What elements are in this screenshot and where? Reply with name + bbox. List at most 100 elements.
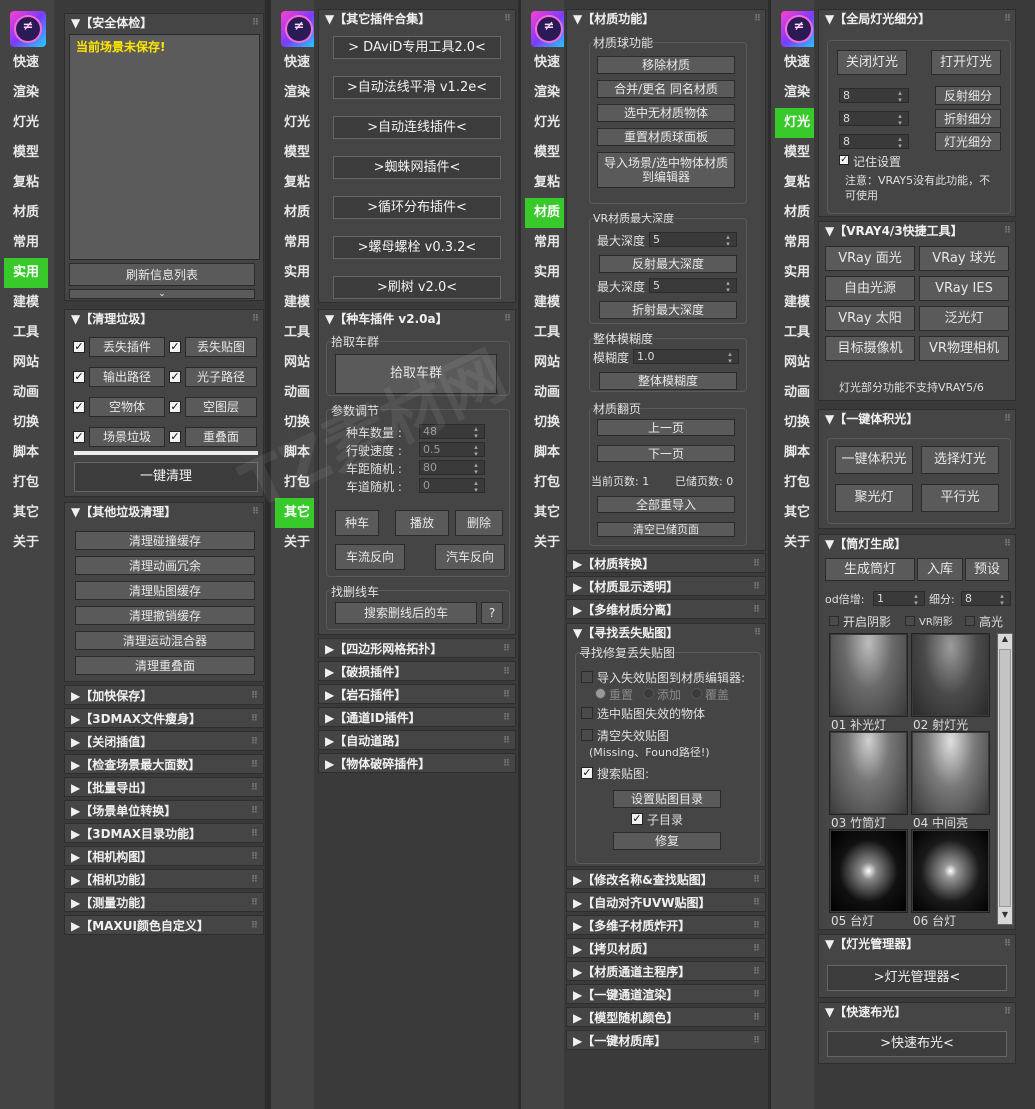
other-clean-button-0[interactable]: 清理碰撞缓存	[75, 531, 255, 550]
other-clean-button-5[interactable]: 清理重叠面	[75, 656, 255, 675]
light-manager-button[interactable]: >灯光管理器<	[827, 965, 1007, 991]
nav-item-7[interactable]: 实用	[775, 258, 819, 288]
nav-item-3[interactable]: 模型	[4, 138, 48, 168]
rollout-p2-3[interactable]: ▶【通道ID插件】 ⠿	[318, 707, 516, 727]
blur-button[interactable]: 整体模糊度	[599, 372, 737, 390]
add-to-library-button[interactable]: 入库	[917, 558, 963, 581]
car-action-button-3[interactable]: 车流反向	[335, 544, 405, 570]
vray-tool-button-0[interactable]: VRay 面光	[825, 246, 915, 271]
vray-tool-button-6[interactable]: 目标摄像机	[825, 336, 915, 361]
ies-thumbnail-2[interactable]	[829, 731, 908, 815]
find-radio-0[interactable]	[595, 688, 606, 699]
gen-downlight-button[interactable]: 生成筒灯	[825, 558, 915, 581]
help-button[interactable]: ?	[481, 602, 503, 624]
rollout-p3b-0[interactable]: ▶【修改名称&查找贴图】 ⠿	[566, 869, 766, 889]
ball-button-0[interactable]: 移除材质	[597, 56, 735, 74]
reimport-all-button[interactable]: 全部重导入	[597, 496, 735, 513]
clean-checkbox-7[interactable]: ✓	[169, 431, 181, 443]
clean-checkbox-0[interactable]: ✓	[73, 341, 85, 353]
section-clean-header[interactable]: ▼【清理垃圾】 ⠿	[65, 310, 263, 328]
nav-item-12[interactable]: 切换	[4, 408, 48, 438]
clean-checkbox-5[interactable]: ✓	[169, 401, 181, 413]
nav-item-0[interactable]: 快速	[4, 48, 48, 78]
nav-item-7[interactable]: 实用	[275, 258, 319, 288]
thumb-scrollbar[interactable]: ▲ ▼	[997, 633, 1013, 925]
clean-item-button-3[interactable]: 光子路径	[185, 367, 257, 387]
section-safety-header[interactable]: ▼【安全体检】 ⠿	[65, 14, 263, 32]
nav-item-0[interactable]: 快速	[775, 48, 819, 78]
rollout-p1-4[interactable]: ▶【批量导出】 ⠿	[64, 777, 264, 797]
section-plugins-header[interactable]: ▼【其它插件合集】 ⠿	[319, 10, 515, 28]
car-action-button-2[interactable]: 删除	[455, 510, 503, 536]
plugin-button-3[interactable]: >蜘蛛网插件<	[333, 156, 501, 179]
clean-item-button-1[interactable]: 丢失贴图	[185, 337, 257, 357]
subdiv-button-0[interactable]: 反射细分	[935, 86, 1001, 105]
scroll-up-icon[interactable]: ▲	[998, 634, 1012, 648]
vray-tool-button-7[interactable]: VR物理相机	[919, 336, 1009, 361]
nav-item-14[interactable]: 打包	[775, 468, 819, 498]
rollout-p1-2[interactable]: ▶【关闭插值】 ⠿	[64, 731, 264, 751]
nav-item-8[interactable]: 建模	[775, 288, 819, 318]
rollout-p3b-6[interactable]: ▶【模型随机颜色】 ⠿	[566, 1007, 766, 1027]
nav-item-9[interactable]: 工具	[4, 318, 48, 348]
nav-item-4[interactable]: 复粘	[4, 168, 48, 198]
subdiv-spinner-1[interactable]: 8	[839, 111, 909, 126]
rollout-p3b-7[interactable]: ▶【一键材质库】 ⠿	[566, 1030, 766, 1050]
car-action-button-0[interactable]: 种车	[335, 510, 379, 536]
rollout-p3a-1[interactable]: ▶【材质显示透明】 ⠿	[566, 576, 766, 596]
rollout-p3b-2[interactable]: ▶【多维子材质炸开】 ⠿	[566, 915, 766, 935]
nav-item-15[interactable]: 其它	[775, 498, 819, 528]
rollout-p3b-5[interactable]: ▶【一键通道渲染】 ⠿	[566, 984, 766, 1004]
ies-thumbnail-0[interactable]	[829, 633, 908, 717]
nav-item-12[interactable]: 切换	[775, 408, 819, 438]
rollout-p1-9[interactable]: ▶【测量功能】 ⠿	[64, 892, 264, 912]
car-param-spinner-2[interactable]: 80	[419, 460, 485, 475]
car-action-button-1[interactable]: 播放	[395, 510, 449, 536]
volume-light-button-3[interactable]: 平行光	[921, 484, 999, 512]
rollout-p1-8[interactable]: ▶【相机功能】 ⠿	[64, 869, 264, 889]
rollout-p3a-0[interactable]: ▶【材质转换】 ⠿	[566, 553, 766, 573]
rollout-p1-1[interactable]: ▶【3DMAX文件瘦身】 ⠿	[64, 708, 264, 728]
scroll-thumb[interactable]	[999, 649, 1011, 907]
depth1-spinner[interactable]: 5	[649, 232, 737, 247]
plugin-button-0[interactable]: > DAviD专用工具2.0<	[333, 36, 501, 59]
section-vray-header[interactable]: ▼【VRAY4/3快捷工具】 ⠿	[819, 222, 1015, 240]
subdiv-spinner-0[interactable]: 8	[839, 88, 909, 103]
ies-option-checkbox-2[interactable]	[965, 616, 975, 626]
nav-item-10[interactable]: 网站	[775, 348, 819, 378]
clean-item-button-2[interactable]: 输出路径	[89, 367, 165, 387]
nav-item-11[interactable]: 动画	[275, 378, 319, 408]
car-param-spinner-3[interactable]: 0	[419, 478, 485, 493]
nav-item-1[interactable]: 渲染	[525, 78, 569, 108]
car-param-spinner-1[interactable]: 0.5	[419, 442, 485, 457]
section-manager-header[interactable]: ▼【灯光管理器】 ⠿	[819, 935, 1015, 953]
scroll-down-icon[interactable]: ▼	[998, 910, 1012, 924]
set-map-dir-button[interactable]: 设置贴图目录	[613, 790, 721, 808]
ies-subdiv-spinner[interactable]: 8	[961, 591, 1011, 606]
nav-item-15[interactable]: 其它	[525, 498, 569, 528]
nav-item-5[interactable]: 材质	[4, 198, 48, 228]
section-quick-header[interactable]: ▼【快速布光】 ⠿	[819, 1003, 1015, 1021]
nav-item-15[interactable]: 其它	[275, 498, 319, 528]
rollout-p3b-4[interactable]: ▶【材质通道主程序】 ⠿	[566, 961, 766, 981]
rollout-p2-1[interactable]: ▶【破损插件】 ⠿	[318, 661, 516, 681]
nav-item-6[interactable]: 常用	[525, 228, 569, 258]
ball-button-1[interactable]: 合并/更名 同名材质	[597, 80, 735, 98]
search-car-button[interactable]: 搜索删线后的车	[335, 602, 477, 624]
nav-item-13[interactable]: 脚本	[4, 438, 48, 468]
subdiv-spinner-2[interactable]: 8	[839, 134, 909, 149]
rollout-p2-4[interactable]: ▶【自动道路】 ⠿	[318, 730, 516, 750]
clean-item-button-6[interactable]: 场景垃圾	[89, 427, 165, 447]
vray-tool-button-4[interactable]: VRay 太阳	[825, 306, 915, 331]
find-radio-1[interactable]	[643, 688, 654, 699]
nav-item-14[interactable]: 打包	[4, 468, 48, 498]
section-other-header[interactable]: ▼【其他垃圾清理】 ⠿	[65, 503, 263, 521]
plugin-button-5[interactable]: >螺母螺栓 v0.3.2<	[333, 236, 501, 259]
nav-item-5[interactable]: 材质	[525, 198, 569, 228]
rollout-p2-2[interactable]: ▶【岩石插件】 ⠿	[318, 684, 516, 704]
nav-item-7[interactable]: 实用	[525, 258, 569, 288]
clean-item-button-0[interactable]: 丢失插件	[89, 337, 165, 357]
nav-item-14[interactable]: 打包	[275, 468, 319, 498]
ies-option-checkbox-0[interactable]	[829, 616, 839, 626]
rollout-p3b-1[interactable]: ▶【自动对齐UVW贴图】 ⠿	[566, 892, 766, 912]
